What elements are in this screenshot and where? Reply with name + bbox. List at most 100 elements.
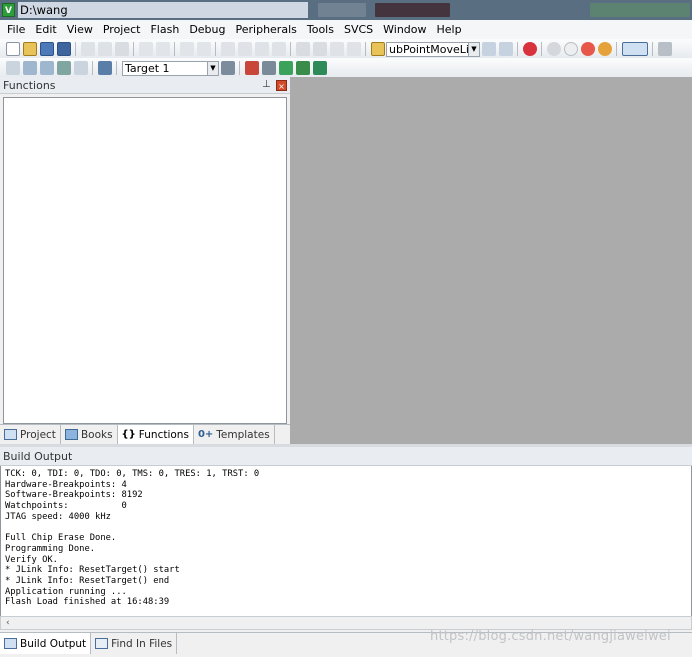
tab-find-in-files[interactable]: Find In Files xyxy=(91,633,178,654)
functions-pane-header: Functions ⊥ × xyxy=(0,77,290,94)
manage-components-icon[interactable] xyxy=(244,61,259,75)
menu-project[interactable]: Project xyxy=(98,20,146,39)
toolbar-separator xyxy=(75,42,76,56)
menu-edit[interactable]: Edit xyxy=(30,20,61,39)
tab-functions-label: Functions xyxy=(138,428,189,441)
menu-tools[interactable]: Tools xyxy=(302,20,339,39)
target-select-value: Target 1 xyxy=(125,61,170,75)
find-combo[interactable]: ubPointMoveLinkAg▼ xyxy=(386,41,480,57)
clear-bookmarks-icon[interactable] xyxy=(271,42,286,56)
comment-icon[interactable] xyxy=(329,42,344,56)
build-icon[interactable] xyxy=(22,61,37,75)
navigate-forward-icon[interactable] xyxy=(196,42,211,56)
redo-icon[interactable] xyxy=(155,42,170,56)
scroll-left-icon[interactable]: ‹ xyxy=(6,617,10,630)
pack-installer-icon[interactable] xyxy=(295,61,310,75)
build-output-log[interactable]: TCK: 0, TDI: 0, TDO: 0, TMS: 0, TRES: 1,… xyxy=(0,466,692,616)
find-icon[interactable] xyxy=(481,42,496,56)
enable-breakpoint-icon[interactable] xyxy=(563,42,578,56)
build-output-icon xyxy=(4,638,17,649)
log-line: Application running ... xyxy=(5,586,127,597)
navigate-back-icon[interactable] xyxy=(179,42,194,56)
pin-icon[interactable]: ⊥ xyxy=(262,79,271,90)
prev-bookmark-icon[interactable] xyxy=(237,42,252,56)
next-bookmark-icon[interactable] xyxy=(254,42,269,56)
tab-build-output[interactable]: Build Output xyxy=(0,633,92,654)
copy-icon[interactable] xyxy=(97,42,112,56)
title-bar: V D:\wang jw\TEST\download_hex\download_… xyxy=(0,0,692,49)
editor-area[interactable] xyxy=(290,77,692,444)
tab-books[interactable]: Books xyxy=(61,425,118,444)
tab-functions[interactable]: {} Functions xyxy=(117,425,194,444)
menu-flash[interactable]: Flash xyxy=(145,20,184,39)
log-line: TCK: 0, TDI: 0, TDO: 0, TMS: 0, TRES: 1,… xyxy=(5,469,260,479)
target-options-icon[interactable] xyxy=(220,61,235,75)
books-icon xyxy=(64,429,78,440)
save-icon[interactable] xyxy=(39,42,54,56)
tab-build-output-label: Build Output xyxy=(20,637,87,650)
kill-breakpoints-icon[interactable] xyxy=(597,42,612,56)
window-layout-icon[interactable] xyxy=(621,42,648,56)
translate-icon[interactable] xyxy=(5,61,20,75)
menu-peripherals[interactable]: Peripherals xyxy=(231,20,302,39)
chevron-down-icon[interactable]: ▼ xyxy=(468,42,479,56)
uncomment-icon[interactable] xyxy=(346,42,361,56)
log-line: Watchpoints: 0 xyxy=(5,501,127,512)
menu-debug[interactable]: Debug xyxy=(184,20,230,39)
tab-project-label: Project xyxy=(20,428,56,441)
functions-list[interactable] xyxy=(3,97,287,424)
unindent-icon[interactable] xyxy=(312,42,327,56)
build-toolbar: Target 1 ▼ xyxy=(0,58,692,78)
menu-file[interactable]: File xyxy=(2,20,30,39)
close-icon[interactable]: × xyxy=(276,80,287,91)
window-title: D:\wang jw\TEST\download_hex\download_he… xyxy=(18,2,308,49)
file-extensions-icon[interactable] xyxy=(261,61,276,75)
debug-session-icon[interactable] xyxy=(522,42,537,56)
incremental-find-icon[interactable] xyxy=(498,42,513,56)
menu-help[interactable]: Help xyxy=(432,20,467,39)
horizontal-scrollbar[interactable]: ‹ xyxy=(0,616,692,630)
background-window-tab xyxy=(375,3,450,17)
find-in-files-toolbar-icon[interactable] xyxy=(370,42,385,56)
toolbar-separator xyxy=(517,42,518,56)
toolbar-separator xyxy=(215,42,216,56)
insert-breakpoint-icon[interactable] xyxy=(546,42,561,56)
tab-templates[interactable]: 0+ Templates xyxy=(194,425,275,444)
download-icon[interactable] xyxy=(97,61,112,75)
undo-icon[interactable] xyxy=(138,42,153,56)
menu-view[interactable]: View xyxy=(62,20,98,39)
disable-breakpoints-icon[interactable] xyxy=(580,42,595,56)
log-line: Software-Breakpoints: 8192 xyxy=(5,490,143,501)
tab-books-label: Books xyxy=(80,428,113,441)
log-line: JTAG speed: 4000 kHz xyxy=(5,511,111,522)
save-all-icon[interactable] xyxy=(56,42,71,56)
log-line: Programming Done. xyxy=(5,543,96,554)
batch-build-icon[interactable] xyxy=(56,61,71,75)
target-select[interactable]: Target 1 ▼ xyxy=(122,60,219,76)
functions-icon: {} xyxy=(121,429,136,440)
menu-svcs[interactable]: SVCS xyxy=(339,20,378,39)
open-file-icon[interactable] xyxy=(22,42,37,56)
stop-build-icon[interactable] xyxy=(73,61,88,75)
manage-run-time-icon[interactable] xyxy=(312,61,327,75)
paste-icon[interactable] xyxy=(114,42,129,56)
new-file-icon[interactable] xyxy=(5,42,20,56)
toolbar-separator xyxy=(116,61,117,75)
functions-pane: Functions ⊥ × Project Books {} Functions … xyxy=(0,77,290,444)
toolbar-separator xyxy=(174,42,175,56)
tab-project[interactable]: Project xyxy=(0,425,61,444)
menu-window[interactable]: Window xyxy=(378,20,431,39)
project-icon xyxy=(4,429,17,440)
toolbar-separator xyxy=(652,42,653,56)
bookmark-icon[interactable] xyxy=(220,42,235,56)
configure-icon[interactable] xyxy=(657,42,672,56)
chevron-down-icon[interactable]: ▼ xyxy=(207,61,218,75)
rebuild-icon[interactable] xyxy=(39,61,54,75)
cut-icon[interactable] xyxy=(80,42,95,56)
indent-icon[interactable] xyxy=(295,42,310,56)
log-line: Hardware-Breakpoints: 4 xyxy=(5,479,127,490)
select-software-packs-icon[interactable] xyxy=(278,61,293,75)
watermark: https://blog.csdn.net/wangjiaweiwei xyxy=(430,629,671,644)
log-line: * JLink Info: ResetTarget() end xyxy=(5,575,170,586)
